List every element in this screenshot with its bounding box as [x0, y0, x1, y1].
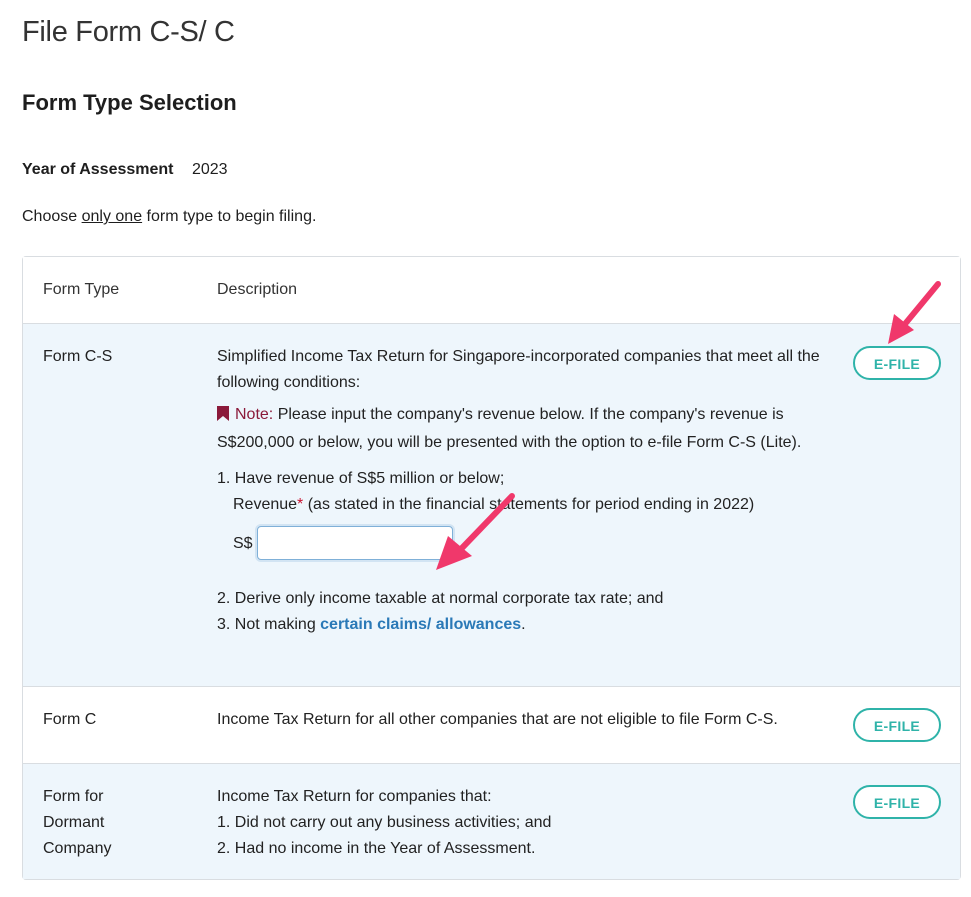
- instruction-emphasis: only one: [81, 208, 143, 225]
- revenue-input-row: S$: [217, 526, 827, 562]
- description-cell: Income Tax Return for all other companie…: [217, 711, 778, 728]
- efile-form-c-button[interactable]: E-FILE: [853, 708, 941, 742]
- table-header: Form Type Description: [23, 257, 960, 324]
- description-line: 1. Did not carry out any business activi…: [217, 814, 552, 831]
- condition-1: 1. Have revenue of S$5 million or below;: [217, 470, 505, 487]
- currency-label: S$: [233, 535, 253, 552]
- form-type-cell: Form C: [43, 711, 97, 728]
- instruction-before: Choose: [22, 208, 82, 225]
- table-row-form-dormant: Form for Dormant Company Income Tax Retu…: [23, 764, 960, 879]
- revenue-hint: (as stated in the financial statements f…: [303, 496, 755, 513]
- certain-claims-link[interactable]: certain claims/ allowances: [320, 616, 521, 633]
- bookmark-icon: [217, 404, 229, 430]
- description-cell: Simplified Income Tax Return for Singapo…: [217, 344, 827, 638]
- table-row-form-c: Form C Income Tax Return for all other c…: [23, 687, 960, 764]
- form-type-cell: Form C-S: [43, 348, 113, 365]
- revenue-label: Revenue: [233, 496, 298, 513]
- note-text: Please input the company's revenue below…: [217, 406, 802, 451]
- note: Note: Please input the company's revenue…: [217, 402, 827, 456]
- revenue-input[interactable]: [257, 526, 453, 560]
- year-of-assessment: Year of Assessment 2023: [22, 161, 228, 179]
- year-of-assessment-label: Year of Assessment: [22, 161, 174, 178]
- instruction-text: Choose only one form type to begin filin…: [22, 208, 316, 226]
- header-form-type: Form Type: [43, 281, 120, 298]
- description-text: Simplified Income Tax Return for Singapo…: [217, 348, 820, 391]
- condition-2: 2. Derive only income taxable at normal …: [217, 590, 664, 607]
- header-description: Description: [217, 281, 298, 298]
- description-line: Income Tax Return for companies that:: [217, 788, 492, 805]
- revenue-label-line: Revenue* (as stated in the financial sta…: [217, 492, 827, 518]
- form-type-table: Form Type Description Form C-S Simplifie…: [22, 256, 961, 880]
- form-type-cell: Form for Dormant Company: [43, 788, 112, 857]
- condition-3: 3. Not making certain claims/ allowances…: [217, 612, 827, 638]
- condition-3-prefix: 3. Not making: [217, 616, 321, 633]
- efile-form-cs-button[interactable]: E-FILE: [853, 346, 941, 380]
- condition-3-suffix: .: [521, 616, 526, 633]
- note-label: Note:: [235, 406, 274, 423]
- efile-dormant-button[interactable]: E-FILE: [853, 785, 941, 819]
- section-title: Form Type Selection: [22, 90, 237, 115]
- table-row-form-cs: Form C-S Simplified Income Tax Return fo…: [23, 324, 960, 687]
- year-of-assessment-value: 2023: [191, 161, 228, 178]
- instruction-after: form type to begin filing.: [142, 208, 317, 225]
- description-line: 2. Had no income in the Year of Assessme…: [217, 840, 536, 857]
- page-title: File Form C-S/ C: [22, 16, 235, 48]
- description-cell: Income Tax Return for companies that: 1.…: [217, 784, 827, 862]
